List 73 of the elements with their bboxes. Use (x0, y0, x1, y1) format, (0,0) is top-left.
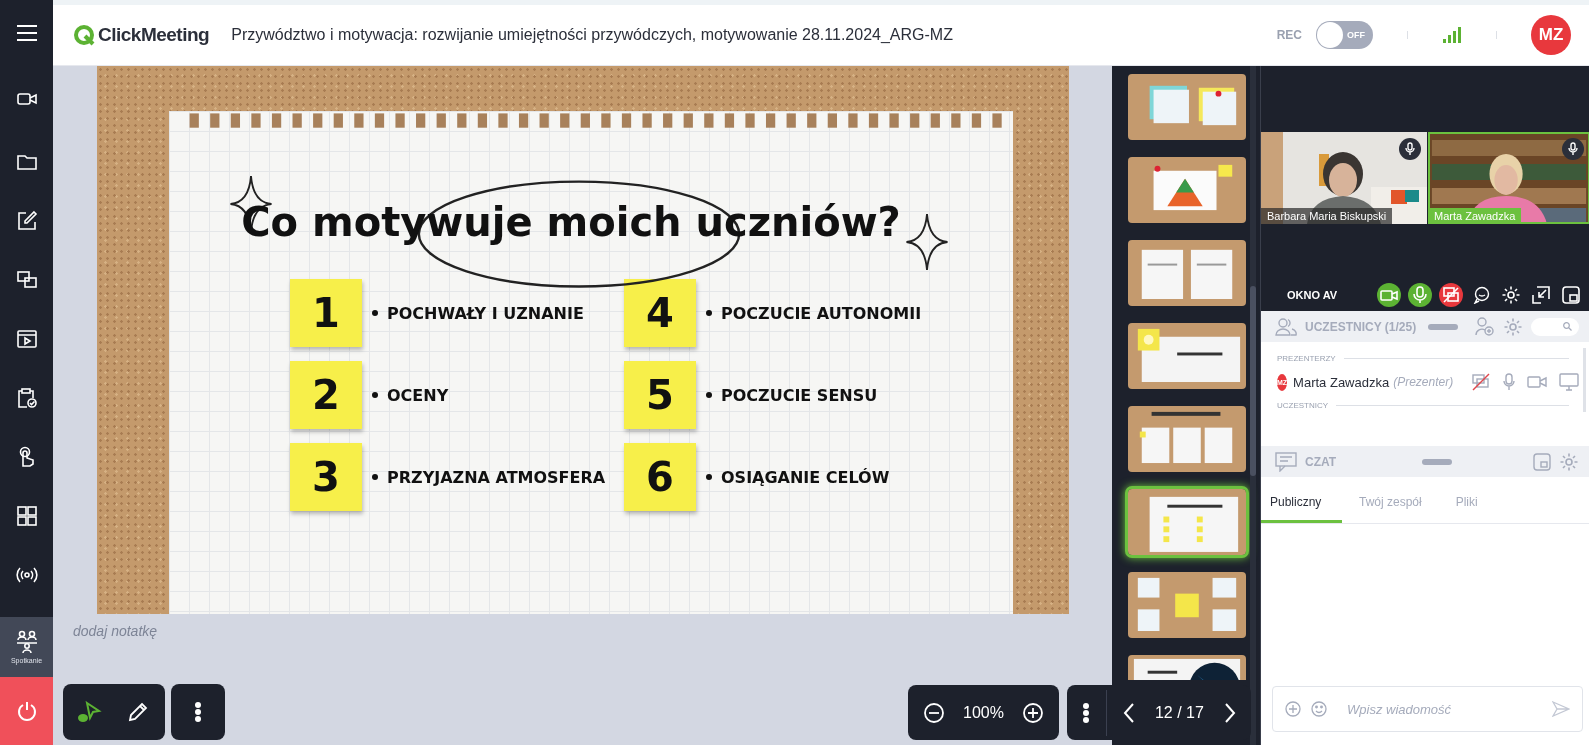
drag-handle[interactable] (1421, 458, 1452, 465)
bullet-icon (372, 310, 378, 316)
user-avatar[interactable]: MZ (1531, 15, 1571, 55)
slide-item-text: OSIĄGANIE CELÓW (721, 467, 890, 487)
group-label: UCZESTNICY (1277, 401, 1329, 410)
slide-item-text: PRZYJAZNA ATMOSFERA (387, 467, 606, 487)
zoom-in-icon[interactable] (1021, 701, 1044, 724)
people-icon (14, 630, 39, 654)
slide-thumbnail[interactable] (1128, 74, 1246, 140)
more-icon (194, 701, 202, 723)
group-label: PREZENTERZY (1277, 354, 1336, 363)
meeting-title: Przywództwo i motywacja: rozwijanie umiejętności przywódczych, motywowanie 28.11.2024_ARG-MZ (231, 26, 953, 44)
bullet-icon (372, 392, 378, 398)
logo-icon (73, 24, 95, 46)
minimize-icon[interactable] (1531, 284, 1551, 305)
screen-share-icon (1442, 285, 1460, 304)
sticky-note: 6 (624, 443, 696, 511)
screen-share-off-icon[interactable] (1471, 373, 1492, 391)
sticky-note: 1 (290, 279, 362, 347)
camera-button[interactable] (1377, 282, 1401, 307)
bullet-icon (706, 392, 712, 398)
drag-handle[interactable] (1428, 323, 1459, 330)
microphone-icon (1411, 285, 1429, 304)
chat-tab[interactable]: Pliki (1438, 483, 1495, 523)
participant-role: (Prezenter) (1393, 375, 1454, 389)
microphone-button[interactable] (1408, 282, 1432, 307)
slide-item-text: OCENY (387, 385, 449, 405)
slide-item-text: POCZUCIE SENSU (721, 385, 878, 405)
rec-toggle[interactable]: OFF (1316, 21, 1373, 49)
screen-share-button[interactable] (1439, 282, 1463, 307)
slide-thumbnail[interactable] (1128, 157, 1246, 223)
participant-name: Marta Zawadzka (1293, 374, 1390, 390)
previous-icon[interactable] (1122, 701, 1135, 724)
slide-thumbnail[interactable] (1128, 655, 1246, 680)
search-icon (1563, 322, 1572, 331)
panel-title: OKNO AV (1287, 288, 1338, 301)
power-button[interactable] (0, 677, 53, 745)
slide-thumbnail[interactable] (1128, 240, 1246, 306)
chat-tab[interactable]: Twój zespół (1342, 483, 1439, 523)
bullet-icon (372, 474, 378, 480)
chat-title: CZAT (1305, 454, 1337, 469)
slide-thumbnail[interactable] (1128, 489, 1246, 555)
power-icon (15, 700, 38, 722)
slide-item-text: POCHWAŁY I UZNANIE (387, 303, 584, 323)
slide-thumbnail[interactable] (1128, 572, 1246, 638)
sticky-note: 4 (624, 279, 696, 347)
bullet-icon (706, 474, 712, 480)
logo-text: ClickMeeting (98, 24, 210, 46)
more-icon[interactable] (1081, 701, 1090, 724)
zoom-level: 100% (963, 703, 1004, 722)
chat-tab[interactable]: Publiczny (1261, 483, 1342, 523)
participant-name: Marta Zawadzka (1428, 208, 1522, 224)
participants-title: UCZESTNICY (1/25) (1305, 319, 1417, 334)
page-counter: 12 / 17 (1154, 703, 1204, 722)
chat-bubble-icon[interactable] (1473, 285, 1491, 304)
bullet-icon (706, 310, 712, 316)
slide-item-text: POCZUCIE AUTONOMII (721, 303, 922, 323)
sticky-note: 3 (290, 443, 362, 511)
signal-icon (1442, 26, 1462, 44)
note-field[interactable]: dodaj notatkę (63, 614, 383, 648)
search-field[interactable] (1531, 317, 1579, 336)
participant-name: Barbara Maria Biskupski (1261, 208, 1393, 224)
chat-icon (1275, 451, 1297, 472)
zoom-out-icon[interactable] (923, 701, 945, 724)
rec-label: REC (1276, 28, 1302, 42)
people-icon (1275, 317, 1297, 336)
sparkle-icon (905, 211, 949, 273)
next-icon[interactable] (1223, 701, 1236, 724)
more-button[interactable] (171, 684, 225, 740)
slide-thumbnail[interactable] (1128, 323, 1246, 389)
sticky-note: 5 (624, 361, 696, 429)
slide-thumbnail[interactable] (1128, 406, 1246, 472)
sticky-note: 2 (290, 361, 362, 429)
